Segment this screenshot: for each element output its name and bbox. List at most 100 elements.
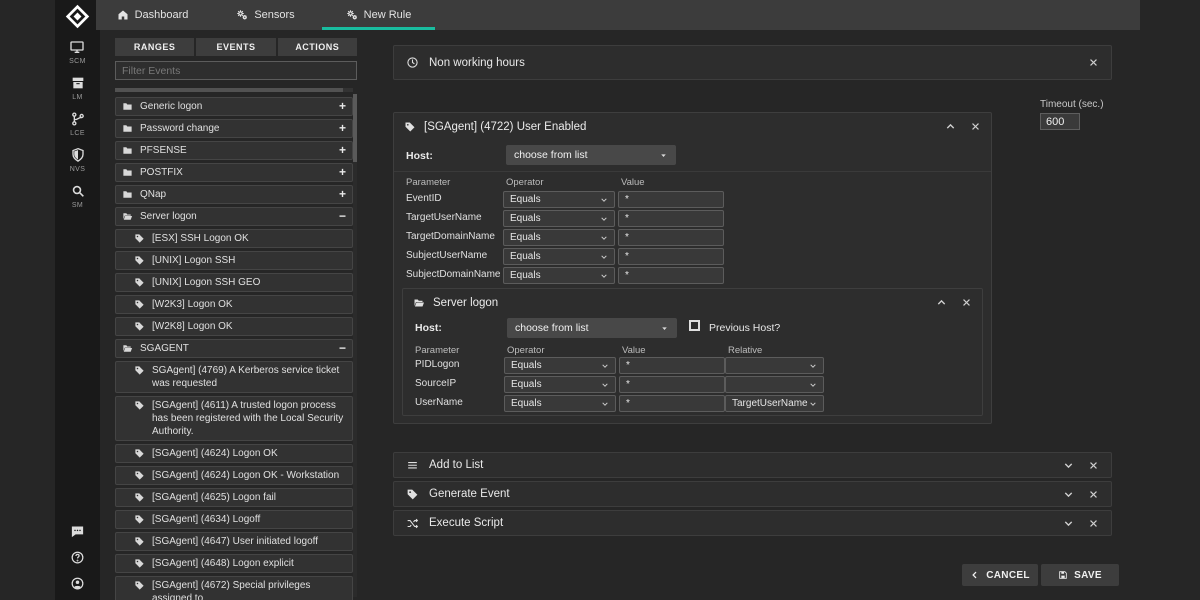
operator-select[interactable]: Equals: [503, 210, 615, 227]
event-card-header[interactable]: Server logon: [403, 289, 982, 316]
tree-event-item[interactable]: SGAgent] (4769) A Kerberos service ticke…: [115, 361, 353, 393]
value-input[interactable]: [618, 229, 724, 246]
close-icon[interactable]: [1088, 518, 1099, 529]
host-select[interactable]: choose from list: [506, 145, 676, 165]
tree-folder[interactable]: SGAGENT−: [115, 339, 353, 358]
tab-dashboard[interactable]: Dashboard: [96, 0, 209, 30]
chevron-down-icon[interactable]: [1063, 518, 1074, 529]
rail-item-lce[interactable]: LCE: [70, 111, 86, 137]
tree-event-item[interactable]: [ESX] SSH Logon OK: [115, 229, 353, 248]
tab-actions[interactable]: ACTIONS: [278, 38, 357, 56]
close-icon[interactable]: [1088, 57, 1099, 68]
tree-event-item[interactable]: [SGAgent] (4647) User initiated logoff: [115, 532, 353, 551]
filter-events-input[interactable]: [115, 61, 357, 80]
tree-folder[interactable]: POSTFIX+: [115, 163, 353, 182]
action-bar-execute-script[interactable]: Execute Script: [393, 510, 1112, 536]
help-icon[interactable]: [70, 550, 85, 565]
operator-select[interactable]: Equals: [504, 357, 616, 374]
tree-folder[interactable]: Server logon−: [115, 207, 353, 226]
top-tab-bar: Dashboard Sensors New Rule: [96, 0, 1140, 30]
tree-item-label: Password change: [140, 122, 333, 135]
value-input[interactable]: [619, 376, 725, 393]
tree-vertical-scrollbar[interactable]: [353, 94, 357, 597]
close-icon[interactable]: [970, 121, 981, 132]
close-icon[interactable]: [961, 297, 972, 308]
scrollbar-thumb[interactable]: [353, 94, 357, 162]
tab-label: New Rule: [364, 9, 412, 21]
expand-toggle[interactable]: +: [339, 166, 346, 178]
operator-select-value: Equals: [510, 270, 541, 281]
operator-select[interactable]: Equals: [504, 376, 616, 393]
tree-event-item[interactable]: [SGAgent] (4624) Logon OK - Workstation: [115, 466, 353, 485]
rail-item-sm[interactable]: SM: [70, 183, 86, 209]
relative-select[interactable]: [725, 357, 824, 374]
value-input[interactable]: [618, 248, 724, 265]
tab-sensors[interactable]: Sensors: [209, 0, 322, 30]
value-input[interactable]: [619, 357, 725, 374]
expand-toggle[interactable]: +: [339, 122, 346, 134]
value-input[interactable]: [618, 267, 724, 284]
operator-select[interactable]: Equals: [503, 267, 615, 284]
active-tab-underline: [322, 27, 435, 30]
tree-event-item[interactable]: [SGAgent] (4634) Logoff: [115, 510, 353, 529]
expand-toggle[interactable]: +: [339, 188, 346, 200]
value-input[interactable]: [618, 210, 724, 227]
action-bar-add-to-list[interactable]: Add to List: [393, 452, 1112, 478]
rail-item-nvs[interactable]: NVS: [70, 147, 86, 173]
save-button[interactable]: SAVE: [1041, 564, 1119, 586]
tab-events[interactable]: EVENTS: [196, 38, 275, 56]
range-bar-non-working-hours[interactable]: Non working hours: [393, 45, 1112, 80]
operator-select[interactable]: Equals: [503, 248, 615, 265]
expand-toggle[interactable]: +: [339, 144, 346, 156]
tab-ranges[interactable]: RANGES: [115, 38, 194, 56]
collapse-toggle[interactable]: −: [339, 342, 346, 354]
account-icon[interactable]: [70, 576, 85, 591]
tree-event-item[interactable]: [SGAgent] (4672) Special privileges assi…: [115, 576, 353, 600]
host-select[interactable]: choose from list: [507, 318, 677, 338]
tree-event-item[interactable]: [SGAgent] (4611) A trusted logon process…: [115, 396, 353, 441]
chevron-down-icon[interactable]: [1063, 489, 1074, 500]
tree-event-item[interactable]: [UNIX] Logon SSH GEO: [115, 273, 353, 292]
chevron-up-icon[interactable]: [945, 121, 956, 132]
tag-icon: [406, 488, 419, 501]
operator-select[interactable]: Equals: [503, 229, 615, 246]
rail-item-label: SCM: [69, 58, 86, 65]
tree-item-label: [SGAgent] (4625) Logon fail: [152, 491, 346, 504]
scrollbar-thumb[interactable]: [115, 88, 343, 92]
chevron-down-icon: [809, 362, 817, 370]
tree-event-item[interactable]: [SGAgent] (4624) Logon OK: [115, 444, 353, 463]
tab-new-rule[interactable]: New Rule: [322, 0, 435, 30]
tree-event-item[interactable]: [SGAgent] (4625) Logon fail: [115, 488, 353, 507]
close-icon[interactable]: [1088, 489, 1099, 500]
event-card-header[interactable]: [SGAgent] (4722) User Enabled: [394, 113, 991, 140]
chevron-down-icon[interactable]: [1063, 460, 1074, 471]
close-icon[interactable]: [1088, 460, 1099, 471]
cancel-button[interactable]: CANCEL: [962, 564, 1038, 586]
tree-event-item[interactable]: [W2K8] Logon OK: [115, 317, 353, 336]
tree-event-item[interactable]: [UNIX] Logon SSH: [115, 251, 353, 270]
timeout-input[interactable]: [1040, 113, 1080, 130]
tree-event-item[interactable]: [W2K3] Logon OK: [115, 295, 353, 314]
rail-item-scm[interactable]: SCM: [69, 39, 86, 65]
collapse-toggle[interactable]: −: [339, 210, 346, 222]
tree-folder[interactable]: Password change +: [115, 119, 353, 138]
tree-event-item[interactable]: [SGAgent] (4648) Logon explicit: [115, 554, 353, 573]
value-input[interactable]: [618, 191, 724, 208]
action-bar-generate-event[interactable]: Generate Event: [393, 481, 1112, 507]
operator-select[interactable]: Equals: [504, 395, 616, 412]
chevron-up-icon[interactable]: [936, 297, 947, 308]
operator-select[interactable]: Equals: [503, 191, 615, 208]
tree-horizontal-scrollbar[interactable]: [115, 88, 353, 92]
chat-icon[interactable]: [70, 524, 85, 539]
event-card-server-logon: Server logon Host: choose from list Prev…: [402, 288, 983, 416]
expand-toggle[interactable]: +: [339, 100, 346, 112]
tree-folder[interactable]: Generic logon+: [115, 97, 353, 116]
tree-folder[interactable]: QNap+: [115, 185, 353, 204]
value-input[interactable]: [619, 395, 725, 412]
rail-item-lm[interactable]: LM: [70, 75, 86, 101]
relative-select[interactable]: TargetUserName: [725, 395, 824, 412]
relative-select[interactable]: [725, 376, 824, 393]
chevron-down-icon: [809, 400, 817, 408]
tree-folder[interactable]: PFSENSE+: [115, 141, 353, 160]
previous-host-checkbox[interactable]: [689, 320, 700, 331]
